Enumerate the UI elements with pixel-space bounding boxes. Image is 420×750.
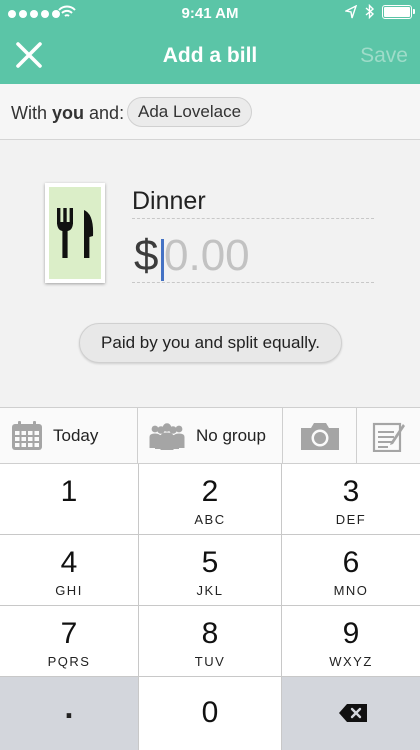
key-9[interactable]: 9 WXYZ — [282, 606, 420, 677]
bill-toolbar: Today No group — [0, 407, 420, 464]
page-title: Add a bill — [162, 44, 258, 67]
save-button[interactable]: Save — [360, 44, 408, 68]
location-arrow-icon — [345, 4, 357, 18]
key-2[interactable]: 2 ABC — [139, 464, 282, 535]
calendar-icon — [12, 420, 42, 450]
participants-label: With you and: — [11, 103, 125, 123]
participants-row: With you and: Ada Lovelace — [0, 84, 420, 140]
currency-symbol: $ — [134, 231, 159, 280]
key-8[interactable]: 8 TUV — [139, 606, 282, 677]
date-button[interactable]: Today — [0, 408, 138, 463]
numeric-keypad: 1 2 ABC 3 DEF 4 GHI 5 JKL 6 MNO 7 PQRS 8… — [0, 464, 420, 750]
battery-icon — [382, 4, 415, 19]
camera-icon — [300, 422, 339, 450]
key-5[interactable]: 5 JKL — [139, 535, 282, 606]
category-button[interactable] — [45, 183, 105, 283]
amount-placeholder: 0.00 — [164, 231, 250, 280]
group-icon — [149, 422, 185, 450]
participant-chip[interactable]: Ada Lovelace — [127, 97, 253, 127]
key-decimal[interactable]: . — [0, 677, 139, 750]
key-7[interactable]: 7 PQRS — [0, 606, 139, 677]
key-3[interactable]: 3 DEF — [282, 464, 420, 535]
date-label: Today — [53, 425, 99, 445]
fork-knife-icon — [57, 208, 94, 258]
bill-details: Dinner $ 0.00 Paid by you and split equa… — [0, 141, 420, 407]
backspace-icon — [339, 704, 367, 722]
camera-button[interactable] — [283, 408, 357, 463]
backspace-key[interactable] — [282, 677, 420, 750]
group-button[interactable]: No group — [138, 408, 283, 463]
status-bar: 9:41 AM — [0, 0, 420, 28]
key-0[interactable]: 0 — [139, 677, 282, 750]
amount-input[interactable]: $ 0.00 — [132, 227, 374, 283]
group-label: No group — [196, 425, 266, 445]
notes-icon — [372, 422, 405, 452]
key-6[interactable]: 6 MNO — [282, 535, 420, 606]
key-1[interactable]: 1 — [0, 464, 139, 535]
app-header: 9:41 AM Add a bill Save — [0, 0, 420, 84]
split-options-button[interactable]: Paid by you and split equally. — [79, 323, 342, 363]
key-4[interactable]: 4 GHI — [0, 535, 139, 606]
bluetooth-icon — [365, 4, 374, 19]
description-input[interactable]: Dinner — [132, 187, 374, 219]
notes-button[interactable] — [357, 408, 420, 463]
